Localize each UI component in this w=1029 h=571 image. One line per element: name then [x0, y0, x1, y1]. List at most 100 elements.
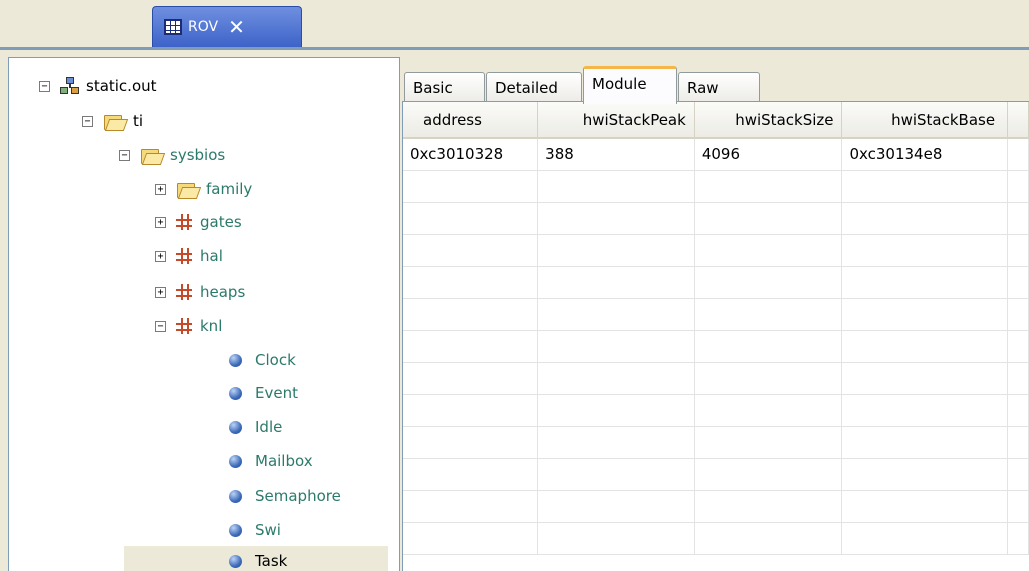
column-header-hwistacksize[interactable]: hwiStackSize — [694, 102, 843, 139]
empty-cell — [403, 202, 539, 235]
view-tab-bar: ROV ✕ — [0, 0, 1029, 50]
collapse-icon[interactable]: − — [119, 149, 130, 161]
tree-node-gates[interactable]: + gates — [155, 207, 242, 237]
empty-cell — [537, 330, 695, 363]
module-icon — [229, 554, 242, 568]
empty-cell — [537, 490, 695, 523]
empty-cell — [694, 362, 843, 395]
rov-view-tab[interactable]: ROV ✕ — [152, 6, 302, 47]
empty-cell — [537, 362, 695, 395]
tree-node-label: Swi — [255, 521, 281, 539]
empty-cell — [1007, 266, 1029, 299]
empty-cell — [537, 394, 695, 427]
folder-icon — [140, 148, 166, 165]
expand-icon[interactable]: + — [155, 250, 166, 262]
cell-filler — [1007, 138, 1029, 171]
empty-cell — [1007, 330, 1029, 363]
empty-cell — [694, 170, 843, 203]
expand-icon[interactable]: + — [155, 286, 166, 298]
tree-node-label: Task — [255, 552, 288, 570]
tree-node-heaps[interactable]: + heaps — [155, 277, 245, 307]
tree-node-sysbios[interactable]: − sysbios — [119, 140, 225, 170]
tree-node-label: heaps — [200, 283, 246, 301]
empty-table-row — [403, 234, 1029, 267]
empty-cell — [841, 522, 1009, 555]
cell-hwistackbase: 0xc30134e8 — [841, 138, 1009, 171]
tree-node-label: Semaphore — [255, 487, 341, 505]
empty-table-row — [403, 522, 1029, 555]
module-tree: − static.out − ti − sysbios + family + g… — [8, 57, 400, 571]
tree-node-event[interactable]: Event — [229, 378, 298, 408]
empty-cell — [403, 426, 539, 459]
package-icon — [176, 284, 192, 300]
expand-icon[interactable]: + — [155, 183, 166, 195]
tree-node-swi[interactable]: Swi — [229, 515, 281, 545]
tree-node-semaphore[interactable]: Semaphore — [229, 481, 341, 511]
module-table: address hwiStackPeak hwiStackSize hwiSta… — [403, 102, 1029, 555]
tree-node-clock[interactable]: Clock — [229, 345, 296, 375]
column-header-hwistackpeak[interactable]: hwiStackPeak — [537, 102, 695, 139]
module-icon — [229, 420, 242, 434]
empty-cell — [403, 234, 539, 267]
tab-basic[interactable]: Basic — [404, 72, 485, 103]
column-header-hwistackbase[interactable]: hwiStackBase — [841, 102, 1009, 139]
empty-table-row — [403, 330, 1029, 363]
project-icon — [60, 77, 80, 95]
package-icon — [176, 318, 192, 334]
empty-cell — [1007, 522, 1029, 555]
cell-hwistacksize: 4096 — [694, 138, 843, 171]
table-header-row: address hwiStackPeak hwiStackSize hwiSta… — [403, 102, 1029, 139]
rov-view-title: ROV — [188, 19, 219, 35]
empty-cell — [841, 298, 1009, 331]
tab-raw[interactable]: Raw — [678, 72, 760, 103]
tree-node-knl[interactable]: − knl — [155, 311, 222, 341]
table-grid-icon — [164, 19, 182, 35]
folder-icon — [176, 182, 202, 199]
collapse-icon[interactable]: − — [155, 320, 166, 332]
collapse-icon[interactable]: − — [39, 80, 50, 92]
folder-icon — [103, 114, 129, 131]
empty-cell — [841, 458, 1009, 491]
empty-cell — [403, 394, 539, 427]
empty-cell — [1007, 458, 1029, 491]
empty-cell — [694, 394, 843, 427]
empty-table-row — [403, 458, 1029, 491]
empty-cell — [1007, 426, 1029, 459]
empty-cell — [403, 490, 539, 523]
tree-node-ti[interactable]: − ti — [82, 106, 143, 136]
collapse-icon[interactable]: − — [82, 115, 93, 127]
tree-node-family[interactable]: + family — [155, 174, 252, 204]
empty-cell — [694, 266, 843, 299]
column-header-filler — [1007, 102, 1029, 139]
empty-cell — [1007, 362, 1029, 395]
empty-cell — [841, 330, 1009, 363]
table-row[interactable]: 0xc3010328 388 4096 0xc30134e8 — [403, 138, 1029, 171]
empty-cell — [1007, 490, 1029, 523]
tree-node-label: sysbios — [170, 146, 226, 164]
expand-icon[interactable]: + — [155, 216, 166, 228]
column-header-address[interactable]: address — [403, 102, 539, 139]
empty-cell — [694, 426, 843, 459]
tree-node-label: Idle — [255, 418, 283, 436]
table-body: 0xc3010328 388 4096 0xc30134e8 — [403, 138, 1029, 555]
tree-node-label: knl — [200, 317, 223, 335]
empty-cell — [403, 266, 539, 299]
empty-cell — [694, 522, 843, 555]
empty-table-row — [403, 266, 1029, 299]
empty-cell — [537, 202, 695, 235]
tree-node-idle[interactable]: Idle — [229, 412, 282, 442]
tab-module[interactable]: Module — [583, 66, 677, 104]
tree-node-mailbox[interactable]: Mailbox — [229, 446, 313, 476]
cell-address: 0xc3010328 — [403, 138, 539, 171]
tree-node-static-out[interactable]: − static.out — [39, 71, 157, 101]
empty-cell — [694, 330, 843, 363]
tab-detailed[interactable]: Detailed — [486, 72, 582, 103]
empty-cell — [537, 522, 695, 555]
empty-cell — [841, 362, 1009, 395]
tree-node-task[interactable]: Task — [124, 546, 388, 571]
empty-table-row — [403, 170, 1029, 203]
empty-cell — [841, 490, 1009, 523]
close-icon[interactable]: ✕ — [228, 17, 245, 37]
empty-cell — [1007, 170, 1029, 203]
tree-node-hal[interactable]: + hal — [155, 241, 223, 271]
